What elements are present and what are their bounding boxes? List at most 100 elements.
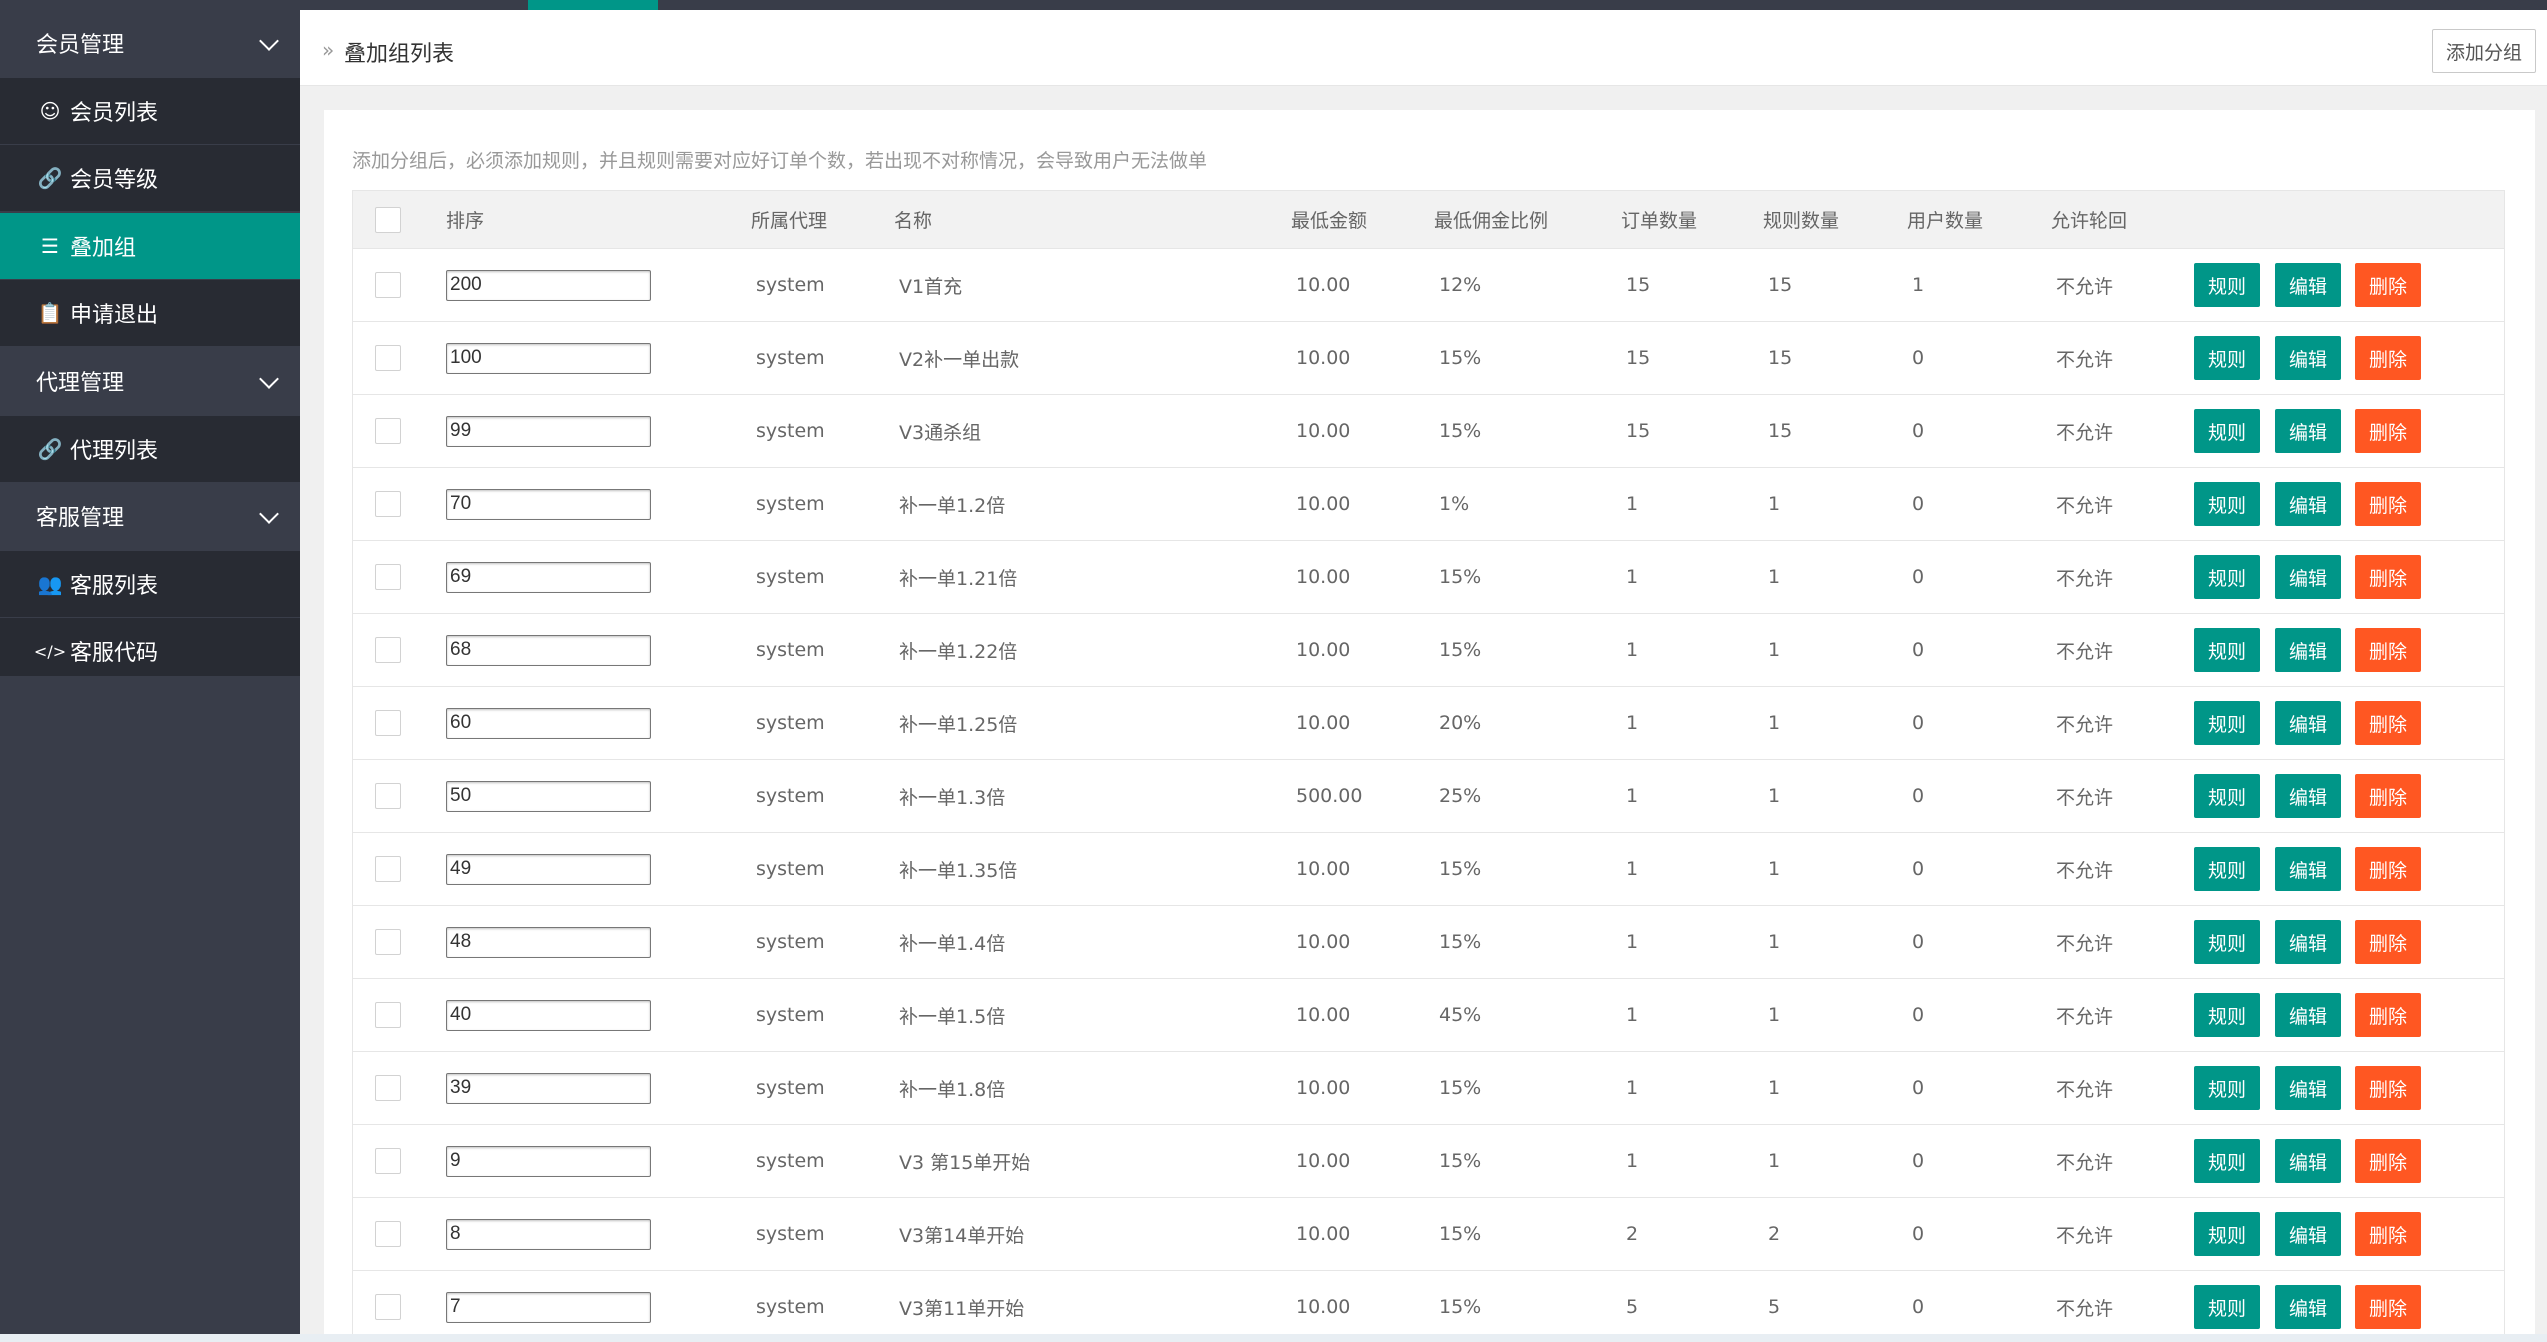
delete-button[interactable]: 删除 [2355, 409, 2421, 453]
top-bar-active-tab[interactable] [528, 0, 658, 10]
sidebar-item[interactable]: 客服管理 [0, 483, 300, 550]
edit-button[interactable]: 编辑 [2275, 847, 2341, 891]
edit-button[interactable]: 编辑 [2275, 336, 2341, 380]
delete-button[interactable]: 删除 [2355, 482, 2421, 526]
sort-input[interactable]: 9 [446, 1145, 651, 1177]
sort-input[interactable]: 200 [446, 269, 651, 301]
delete-button[interactable]: 删除 [2355, 1139, 2421, 1183]
row-checkbox[interactable] [375, 564, 401, 590]
rule-button[interactable]: 规则 [2194, 920, 2260, 964]
sort-input[interactable]: 8 [446, 1218, 651, 1250]
rule-button[interactable]: 规则 [2194, 409, 2260, 453]
edit-button[interactable]: 编辑 [2275, 555, 2341, 599]
rule-button[interactable]: 规则 [2194, 1066, 2260, 1110]
sidebar-item[interactable]: 👥 客服列表 [0, 550, 300, 617]
delete-button[interactable]: 删除 [2355, 774, 2421, 818]
sort-input[interactable]: 68 [446, 634, 651, 666]
edit-button[interactable]: 编辑 [2275, 409, 2341, 453]
rule-button[interactable]: 规则 [2194, 1139, 2260, 1183]
row-checkbox[interactable] [375, 783, 401, 809]
row-checkbox[interactable] [375, 1148, 401, 1174]
delete-button[interactable]: 删除 [2355, 847, 2421, 891]
delete-button[interactable]: 删除 [2355, 1066, 2421, 1110]
add-group-button[interactable]: 添加分组 [2432, 29, 2536, 73]
select-all-checkbox[interactable] [375, 206, 401, 233]
cell-users: 0 [1912, 420, 1925, 442]
row-checkbox[interactable] [375, 710, 401, 736]
delete-button[interactable]: 删除 [2355, 628, 2421, 672]
rule-button[interactable]: 规则 [2194, 1212, 2260, 1256]
edit-button[interactable]: 编辑 [2275, 774, 2341, 818]
edit-button[interactable]: 编辑 [2275, 1066, 2341, 1110]
cell-name: V1首充 [899, 275, 963, 298]
rule-button[interactable]: 规则 [2194, 482, 2260, 526]
rule-button[interactable]: 规则 [2194, 628, 2260, 672]
sidebar-item[interactable]: ☰ 叠加组 [0, 212, 300, 279]
edit-button[interactable]: 编辑 [2275, 920, 2341, 964]
cell-users: 0 [1912, 712, 1925, 734]
row-checkbox[interactable] [375, 929, 401, 955]
sort-input[interactable]: 48 [446, 926, 651, 958]
rule-button[interactable]: 规则 [2194, 555, 2260, 599]
sidebar-item[interactable]: 🔗 代理列表 [0, 415, 300, 482]
edit-button[interactable]: 编辑 [2275, 628, 2341, 672]
row-checkbox[interactable] [375, 1294, 401, 1320]
row-checkbox[interactable] [375, 491, 401, 517]
sort-cell: 8 [446, 1198, 651, 1270]
row-checkbox[interactable] [375, 418, 401, 444]
delete-button[interactable]: 删除 [2355, 263, 2421, 307]
horizontal-scrollbar[interactable] [0, 1334, 2547, 1342]
edit-button[interactable]: 编辑 [2275, 1285, 2341, 1329]
edit-button[interactable]: 编辑 [2275, 993, 2341, 1037]
row-checkbox[interactable] [375, 1221, 401, 1247]
sort-input[interactable]: 7 [446, 1291, 651, 1323]
delete-button[interactable]: 删除 [2355, 555, 2421, 599]
sidebar-item[interactable]: 🔗 会员等级 [0, 145, 300, 212]
row-checkbox[interactable] [375, 1002, 401, 1028]
sidebar-item[interactable]: 会员管理 [0, 10, 300, 76]
row-checkbox-cell [375, 1198, 401, 1270]
edit-button[interactable]: 编辑 [2275, 1139, 2341, 1183]
sort-input[interactable]: 49 [446, 853, 651, 885]
sort-input[interactable]: 69 [446, 561, 651, 593]
sidebar-item[interactable]: ☺ 会员列表 [0, 77, 300, 144]
delete-button[interactable]: 删除 [2355, 993, 2421, 1037]
edit-button[interactable]: 编辑 [2275, 482, 2341, 526]
row-checkbox[interactable] [375, 272, 401, 298]
sidebar-item[interactable]: </> 客服代码 [0, 618, 300, 685]
cell-loop: 不允许 [2056, 1151, 2114, 1174]
rule-button[interactable]: 规则 [2194, 336, 2260, 380]
sort-input[interactable]: 50 [446, 780, 651, 812]
sort-cell: 69 [446, 541, 651, 613]
sort-input[interactable]: 40 [446, 999, 651, 1031]
rule-button[interactable]: 规则 [2194, 701, 2260, 745]
edit-button[interactable]: 编辑 [2275, 701, 2341, 745]
sidebar-item[interactable]: 代理管理 [0, 348, 300, 414]
edit-button[interactable]: 编辑 [2275, 263, 2341, 307]
cell-loop: 不允许 [2056, 932, 2114, 955]
sort-input[interactable]: 100 [446, 342, 651, 374]
table-body: 200 system V1首充 10.00 12% 15 15 1 不允许 规则 编辑 删除 100 sy… [353, 249, 2504, 1342]
row-checkbox[interactable] [375, 345, 401, 371]
sort-input[interactable]: 60 [446, 707, 651, 739]
sort-input[interactable]: 70 [446, 488, 651, 520]
delete-button[interactable]: 删除 [2355, 701, 2421, 745]
rule-button[interactable]: 规则 [2194, 993, 2260, 1037]
edit-button[interactable]: 编辑 [2275, 1212, 2341, 1256]
cell-agent: system [756, 1004, 825, 1026]
rule-button[interactable]: 规则 [2194, 774, 2260, 818]
row-checkbox[interactable] [375, 637, 401, 663]
delete-button[interactable]: 删除 [2355, 336, 2421, 380]
delete-button[interactable]: 删除 [2355, 1285, 2421, 1329]
row-checkbox[interactable] [375, 1075, 401, 1101]
rule-button[interactable]: 规则 [2194, 847, 2260, 891]
sidebar-item[interactable]: 📋 申请退出 [0, 280, 300, 347]
rule-button[interactable]: 规则 [2194, 1285, 2260, 1329]
delete-button[interactable]: 删除 [2355, 1212, 2421, 1256]
sort-input[interactable]: 99 [446, 415, 651, 447]
row-checkbox[interactable] [375, 856, 401, 882]
rule-button[interactable]: 规则 [2194, 263, 2260, 307]
link-icon: 🔗 [37, 436, 63, 461]
sort-input[interactable]: 39 [446, 1072, 651, 1104]
delete-button[interactable]: 删除 [2355, 920, 2421, 964]
